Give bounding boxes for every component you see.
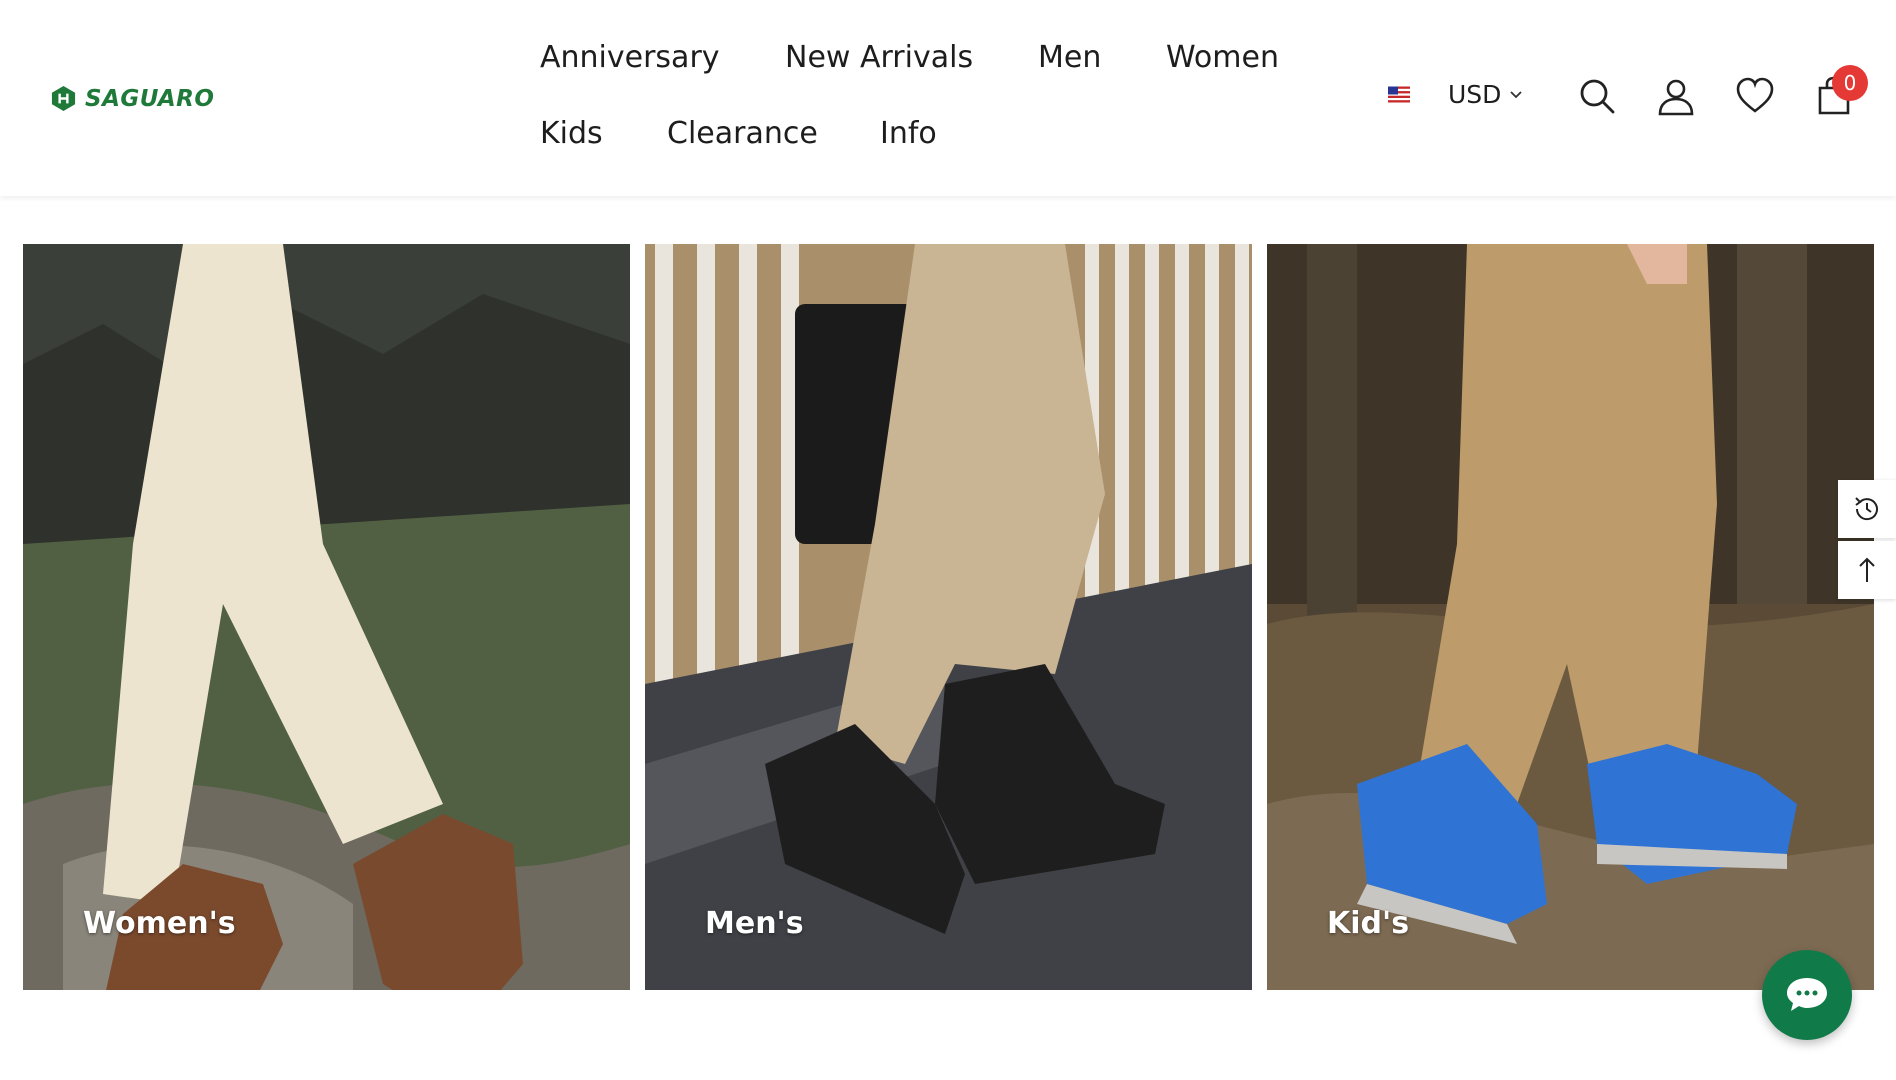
currency-selector[interactable]: USD <box>1448 80 1523 109</box>
us-flag-icon[interactable] <box>1388 86 1410 103</box>
site-header: SAGUARO Anniversary New Arrivals Men Wom… <box>0 0 1896 196</box>
cart-count-badge: 0 <box>1832 65 1868 101</box>
category-label-womens: Women's <box>83 906 236 941</box>
currency-value: USD <box>1448 80 1502 109</box>
mens-boots-image <box>645 244 1252 990</box>
kids-shoes-image <box>1267 244 1874 990</box>
arrow-up-icon <box>1859 557 1875 582</box>
category-tile-womens[interactable]: Women's <box>23 244 630 990</box>
nav-item-women[interactable]: Women <box>1166 40 1279 75</box>
nav-item-info[interactable]: Info <box>880 116 937 151</box>
chat-button[interactable] <box>1762 950 1852 1040</box>
nav-item-men[interactable]: Men <box>1038 40 1101 75</box>
history-icon <box>1855 497 1878 521</box>
search-icon <box>1580 79 1615 114</box>
wishlist-button[interactable] <box>1735 76 1775 116</box>
heart-icon <box>1736 77 1774 113</box>
recently-viewed-button[interactable] <box>1838 480 1896 538</box>
category-tile-kids[interactable]: Kid's <box>1267 244 1874 990</box>
saguaro-logo-icon <box>51 85 76 112</box>
category-label-mens: Men's <box>705 906 804 941</box>
womens-boots-image <box>23 244 630 990</box>
chevron-down-icon <box>1510 90 1523 98</box>
chat-bubble-icon <box>1787 978 1827 1011</box>
brand-name: SAGUARO <box>85 85 215 112</box>
nav-item-clearance[interactable]: Clearance <box>667 116 818 151</box>
back-to-top-button[interactable] <box>1838 541 1896 599</box>
nav-item-new-arrivals[interactable]: New Arrivals <box>785 40 973 75</box>
account-button[interactable] <box>1656 76 1696 116</box>
user-icon <box>1658 79 1694 116</box>
search-button[interactable] <box>1577 76 1617 116</box>
brand-logo[interactable]: SAGUARO <box>50 85 214 112</box>
nav-item-anniversary[interactable]: Anniversary <box>540 40 720 75</box>
category-tile-mens[interactable]: Men's <box>645 244 1252 990</box>
category-label-kids: Kid's <box>1327 906 1410 941</box>
nav-item-kids[interactable]: Kids <box>540 116 603 151</box>
